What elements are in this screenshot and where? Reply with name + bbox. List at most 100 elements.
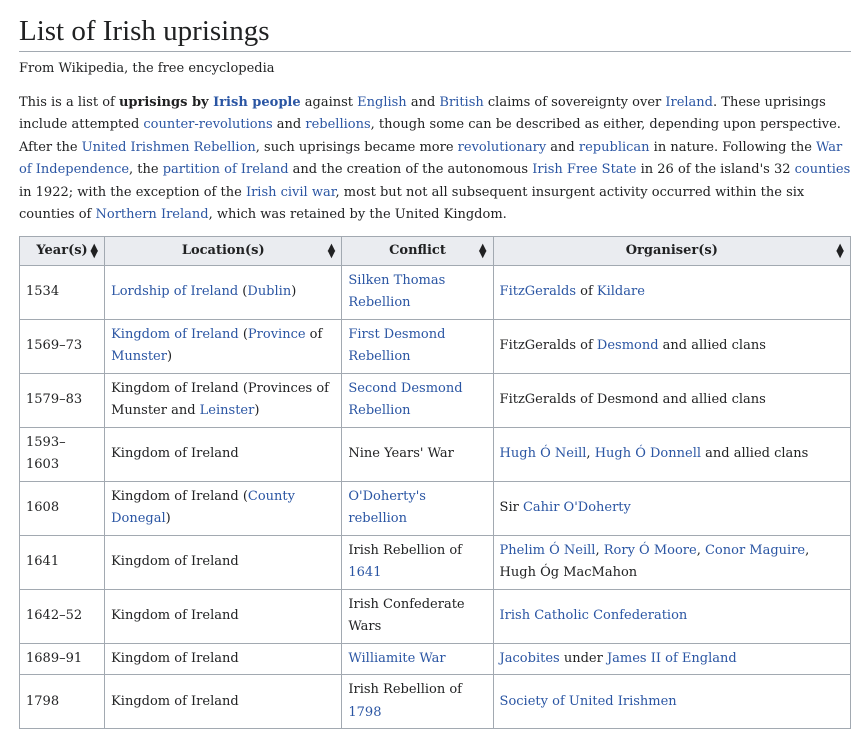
wiki-link[interactable]: Jacobites [500,651,560,666]
cell-organiser: Phelim Ó Neill, Rory Ó Moore, Conor Magu… [492,534,852,590]
wiki-link[interactable]: Kildare [597,284,645,299]
text-run: Irish Rebellion of [348,542,462,558]
header-label: Location(s) [181,243,265,259]
wiki-link[interactable]: Irish Free State [532,162,636,177]
text-run: in 26 of the island's 32 [636,162,795,178]
cell-location: Kingdom of Ireland [104,588,343,644]
bold-text: uprisings by [118,94,214,110]
wiki-link[interactable]: Hugh Ó Neill [500,446,587,461]
wiki-link[interactable]: O'Doherty's rebellion [348,489,426,527]
wiki-link[interactable]: British [439,95,483,110]
wiki-link[interactable]: Phelim Ó Neill [500,543,596,558]
cell-organiser: FitzGeralds of Desmond and allied clans [492,372,852,428]
wiki-link[interactable]: Second Desmond Rebellion [348,381,462,419]
wiki-link[interactable]: Cahir O'Doherty [523,500,631,515]
wiki-link[interactable]: Silken Thomas Rebellion [348,273,445,311]
text-run: Kingdom of Ireland [111,693,239,709]
text-run: ( [238,326,248,342]
wiki-link[interactable]: United Irishmen Rebellion [82,140,256,155]
wiki-link[interactable]: Desmond [597,338,659,353]
page-title: List of Irish uprisings [19,14,851,52]
wiki-link[interactable]: FitzGeralds [500,284,576,299]
text-run: ) [165,511,171,527]
table-header-row: Year(s) ▲ ▼ Location(s) ▲ ▼ Conflict ▲ ▼ Organ… [18,235,852,266]
wiki-link[interactable]: Lordship of Ireland [111,284,238,299]
sort-arrows-icon[interactable]: ▲ ▼ [836,242,844,259]
sort-arrows-icon[interactable]: ▲ ▼ [90,242,98,259]
text-run: and [546,139,579,155]
wiki-link[interactable]: partition of Ireland [163,162,289,177]
wiki-link[interactable]: James II of England [607,651,737,666]
cell-conflict: Irish Confederate Wars [341,588,494,644]
text-run: against [300,94,358,110]
text-run: , the [129,162,163,178]
wiki-link[interactable]: counter-revolutions [143,117,272,132]
text-run: and [272,117,306,133]
header-label: Conflict [389,243,446,259]
wiki-link[interactable]: Irish Catholic Confederation [500,608,688,623]
text-run: Irish Rebellion of [348,682,462,698]
wiki-link[interactable]: Conor Maguire [705,543,805,558]
table-row: 1569–73 Kingdom of Ireland (Province of M… [18,318,852,374]
wiki-link[interactable]: 1641 [348,565,381,580]
wiki-link[interactable]: Ireland [665,95,713,110]
wiki-link[interactable]: rebellions [305,117,370,132]
cell-conflict: Silken Thomas Rebellion [341,264,494,320]
cell-location: Kingdom of Ireland [104,426,343,482]
header-organisers[interactable]: Organiser(s) ▲ ▼ [492,235,852,266]
text-run: claims of sovereignty over [483,94,666,110]
text-run: Irish Confederate Wars [348,596,465,635]
wiki-link[interactable]: 1798 [348,705,381,720]
wiki-link[interactable]: Society of United Irishmen [500,694,677,709]
wiki-link[interactable]: Hugh Ó Donnell [595,446,701,461]
text-run: and allied clans [701,446,809,462]
cell-conflict: O'Doherty's rebellion [341,480,494,536]
cell-conflict: First Desmond Rebellion [341,318,494,374]
cell-organiser: FitzGeralds of Kildare [492,264,852,320]
site-subtitle: From Wikipedia, the free encyclopedia [19,60,275,76]
text-run: FitzGeralds of [499,338,597,354]
cell-year: 1798 [18,674,106,729]
cell-year: 1608 [18,480,106,536]
cell-location: Kingdom of Ireland (Provinces of Munster… [104,372,343,428]
wiki-link[interactable]: Williamite War [348,651,445,666]
cell-location: Kingdom of Ireland (Province of Munster) [104,318,343,374]
header-locations[interactable]: Location(s) ▲ ▼ [104,235,343,266]
wiki-link[interactable]: Irish people [213,95,301,110]
wiki-link[interactable]: Leinster [200,403,255,418]
wiki-link[interactable]: Munster [111,349,167,364]
wiki-link[interactable]: English [357,95,407,110]
header-conflict[interactable]: Conflict ▲ ▼ [341,235,494,266]
header-years[interactable]: Year(s) ▲ ▼ [18,235,106,266]
sort-arrows-icon[interactable]: ▲ ▼ [479,242,487,259]
wiki-link[interactable]: Kingdom of Ireland [111,327,239,342]
text-run: Kingdom of Ireland ( [111,488,248,504]
wiki-link[interactable]: Irish civil war [246,185,336,200]
cell-location: Lordship of Ireland (Dublin) [104,264,343,320]
intro-paragraph: This is a list of uprisings by Irish peo… [19,92,851,227]
wiki-link[interactable]: Northern Ireland [96,207,209,222]
wiki-link[interactable]: counties [795,162,851,177]
cell-organiser: Society of United Irishmen [492,674,852,729]
table-row: 1608 Kingdom of Ireland (County Donegal) O… [18,480,852,536]
cell-organiser: Irish Catholic Confederation [492,588,852,644]
text-run: , such uprisings became more [255,139,458,155]
wiki-link[interactable]: Province [248,327,306,342]
wiki-link[interactable]: Rory Ó Moore [604,543,697,558]
wiki-link[interactable]: First Desmond Rebellion [348,327,445,365]
wiki-link[interactable]: republican [579,140,650,155]
cell-year: 1593–1603 [18,426,106,482]
text-run: ) [254,403,260,419]
wiki-link[interactable]: Dublin [247,284,291,299]
table-row: 1642–52 Kingdom of Ireland Irish Confedera… [18,588,852,644]
table-row: 1593–1603 Kingdom of Ireland Nine Years' W… [18,426,852,482]
text-run: , [586,446,595,462]
sort-arrows-icon[interactable]: ▲ ▼ [328,242,336,259]
cell-location: Kingdom of Ireland [104,534,343,590]
text-run: Kingdom of Ireland [111,608,239,624]
table-row: 1534 Lordship of Ireland (Dublin) Silken T… [18,264,852,320]
wiki-link[interactable]: revolutionary [458,140,547,155]
text-run: ( [238,284,248,300]
cell-year: 1641 [18,534,106,590]
text-run: under [559,650,607,666]
